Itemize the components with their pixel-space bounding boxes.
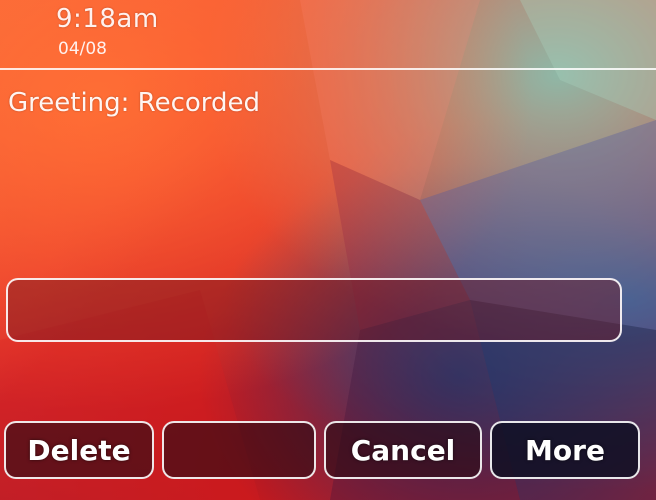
blank-softkey[interactable] xyxy=(162,421,316,479)
greeting-status: Greeting: Recorded xyxy=(8,88,261,118)
clock-time: 9:18am xyxy=(56,4,159,34)
status-bar: 9:18am 04/08 xyxy=(0,0,656,70)
clock-date: 04/08 xyxy=(58,39,107,59)
cancel-softkey[interactable]: Cancel xyxy=(324,421,482,479)
more-softkey[interactable]: More xyxy=(490,421,640,479)
phone-screen: 9:18am 04/08 Greeting: Recorded Delete C… xyxy=(0,0,656,500)
delete-softkey[interactable]: Delete xyxy=(4,421,154,479)
entry-field[interactable] xyxy=(6,278,622,342)
